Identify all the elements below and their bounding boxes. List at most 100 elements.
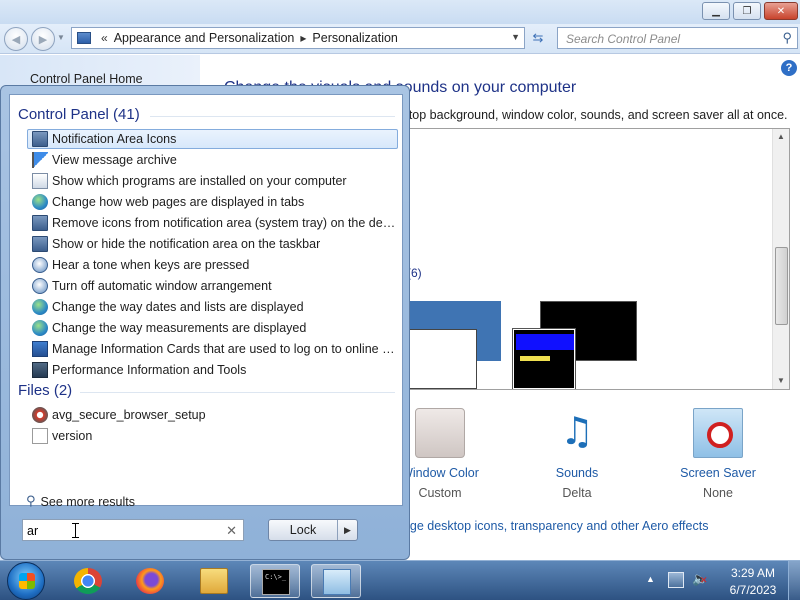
result-item[interactable]: avg_secure_browser_setup: [27, 405, 398, 425]
globe-icon: [32, 194, 48, 210]
result-item-label: Performance Information and Tools: [52, 363, 247, 377]
programs-icon: [32, 173, 48, 189]
result-item[interactable]: Change the way dates and lists are displ…: [27, 297, 398, 317]
lock-button-label[interactable]: Lock: [269, 520, 337, 540]
globe-icon: [32, 320, 48, 336]
result-item[interactable]: Performance Information and Tools: [27, 360, 398, 380]
recent-pages-dropdown[interactable]: ▼: [57, 33, 65, 42]
group-divider: [150, 116, 395, 117]
firefox-icon: [136, 568, 164, 594]
file-icon: [32, 428, 48, 444]
back-button[interactable]: ◀: [4, 27, 28, 51]
avg-setup-icon: [32, 407, 48, 423]
result-item[interactable]: Show or hide the notification area on th…: [27, 234, 398, 254]
desktop-icons-aero-link[interactable]: Change desktop icons, transparency and o…: [380, 519, 708, 533]
screen-saver-value: None: [703, 486, 733, 500]
start-button[interactable]: [7, 562, 45, 600]
clear-search-icon[interactable]: ✕: [226, 523, 237, 539]
result-item-label: avg_secure_browser_setup: [52, 408, 206, 422]
result-item[interactable]: Turn off automatic window arrangement: [27, 276, 398, 296]
minimize-button[interactable]: ▁: [702, 2, 730, 20]
address-dropdown-icon[interactable]: ▼: [511, 32, 520, 42]
result-item[interactable]: Manage Information Cards that are used t…: [27, 339, 398, 359]
performance-icon: [32, 362, 48, 378]
breadcrumb-separator-icon[interactable]: ▸: [300, 31, 306, 45]
system-tray: ▲ 🔈 3:29 AM 6/7/2023: [640, 561, 800, 600]
result-item-label: Manage Information Cards that are used t…: [52, 342, 397, 356]
start-search-input[interactable]: ar ✕: [22, 519, 244, 541]
clock-icon: [32, 278, 48, 294]
forward-button[interactable]: ▶: [31, 27, 55, 51]
monitor-icon: [32, 215, 48, 231]
globe-icon: [32, 299, 48, 315]
title-bar[interactable]: ▁ ❐ ✕: [0, 0, 800, 24]
clock-time[interactable]: 3:29 AM: [723, 566, 783, 580]
scroll-down-icon[interactable]: ▼: [773, 373, 789, 389]
search-results-pane: Control Panel (41) Notification Area Icon…: [9, 94, 403, 509]
close-button[interactable]: ✕: [764, 2, 798, 20]
taskbar-firefox-button[interactable]: [125, 564, 175, 598]
scroll-up-icon[interactable]: ▲: [773, 129, 789, 145]
screen-saver-icon: [693, 408, 743, 458]
result-item[interactable]: Notification Area Icons: [27, 129, 398, 149]
maximize-button[interactable]: ❐: [733, 2, 761, 20]
window-color-icon: [415, 408, 465, 458]
search-icon[interactable]: ⚲: [782, 30, 792, 46]
taskbar-file-explorer-button[interactable]: [189, 564, 239, 598]
result-item-label: Show which programs are installed on you…: [52, 174, 347, 188]
result-item[interactable]: version: [27, 426, 398, 446]
file-explorer-icon: [200, 568, 228, 594]
result-item[interactable]: View message archive: [27, 150, 398, 170]
help-icon[interactable]: ?: [781, 60, 797, 76]
result-item-label: version: [52, 429, 93, 443]
taskbar-command-prompt-button[interactable]: C:\>_: [250, 564, 300, 598]
sounds-link[interactable]: Sounds: [517, 466, 637, 480]
monitor-icon: [32, 131, 48, 147]
sounds-value: Delta: [562, 486, 592, 500]
sounds-tile[interactable]: ♫ Sounds Delta: [517, 408, 637, 500]
result-item[interactable]: Change the way measurements are displaye…: [27, 318, 398, 338]
search-placeholder: Search Control Panel: [566, 32, 681, 46]
result-item[interactable]: Show which programs are installed on you…: [27, 171, 398, 191]
search-control-panel-input[interactable]: Search Control Panel ⚲: [557, 27, 798, 49]
see-more-results-label: See more results: [40, 494, 136, 509]
see-more-results-link[interactable]: ⚲ See more results: [26, 494, 135, 509]
network-icon[interactable]: [668, 572, 684, 588]
clock-date[interactable]: 6/7/2023: [723, 583, 783, 597]
result-item-label: Change the way measurements are displaye…: [52, 321, 307, 335]
taskbar-control-panel-button[interactable]: [311, 564, 361, 598]
result-item[interactable]: Change how web pages are displayed in ta…: [27, 192, 398, 212]
result-item-label: Change the way dates and lists are displ…: [52, 300, 304, 314]
result-item-label: View message archive: [52, 153, 177, 167]
result-item[interactable]: Hear a tone when keys are pressed: [27, 255, 398, 275]
address-bar[interactable]: « Appearance and Personalization ▸ Perso…: [71, 27, 525, 49]
themes-scrollbar[interactable]: ▲ ▼: [772, 129, 789, 389]
breadcrumb-appearance[interactable]: Appearance and Personalization: [114, 31, 295, 45]
control-panel-results-header[interactable]: Control Panel (41): [18, 106, 140, 123]
clock-icon: [32, 257, 48, 273]
files-results-header[interactable]: Files (2): [18, 382, 72, 399]
result-item-label: Turn off automatic window arrangement: [52, 279, 272, 293]
theme-window-preview: [512, 328, 576, 389]
control-panel-home-link[interactable]: Control Panel Home: [30, 72, 143, 86]
search-icon: ⚲: [26, 494, 36, 509]
screen-saver-tile[interactable]: Screen Saver None: [658, 408, 778, 500]
taskbar-chrome-button[interactable]: [63, 564, 113, 598]
breadcrumb-personalization[interactable]: Personalization: [312, 31, 397, 45]
text-cursor-icon: [72, 523, 79, 538]
group-divider: [80, 392, 395, 393]
volume-muted-icon[interactable]: 🔈: [692, 572, 708, 588]
result-item-label: Notification Area Icons: [52, 132, 177, 146]
history-chevron-icon[interactable]: «: [101, 31, 108, 45]
scrollbar-thumb[interactable]: [775, 247, 788, 325]
show-desktop-button[interactable]: [788, 561, 800, 600]
result-item[interactable]: Remove icons from notification area (sys…: [27, 213, 398, 233]
screen-saver-link[interactable]: Screen Saver: [658, 466, 778, 480]
result-item-label: Remove icons from notification area (sys…: [52, 216, 397, 230]
show-hidden-icons-icon[interactable]: ▲: [646, 574, 655, 584]
control-panel-icon: [323, 569, 351, 595]
shutdown-options-arrow-icon[interactable]: ▶: [337, 520, 357, 540]
lock-button[interactable]: Lock ▶: [268, 519, 358, 541]
taskbar: C:\>_ ▲ 🔈 3:29 AM 6/7/2023: [0, 560, 800, 600]
refresh-button[interactable]: ⇆: [528, 30, 548, 48]
